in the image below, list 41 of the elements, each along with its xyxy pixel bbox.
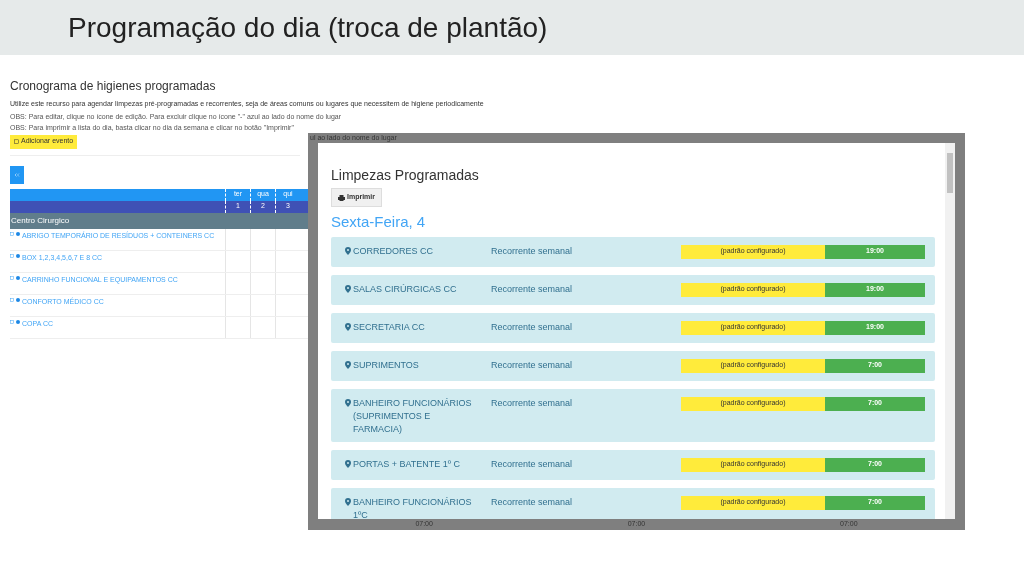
scrollbar[interactable] [945,143,955,519]
recurrence-label: Recorrente semanal [491,244,574,258]
place-name: BANHEIRO FUNCIONÁRIOS 1ºC [353,495,473,519]
map-pin-icon [345,284,351,293]
edit-icon[interactable] [10,231,14,236]
edit-icon[interactable] [10,275,14,280]
place-name: SALAS CIRÚRGICAS CC [353,282,458,296]
dot-icon[interactable] [16,253,20,258]
place-name: SUPRIMENTOS [353,358,420,372]
calendar-icon [14,139,19,144]
recurrence-label: Recorrente semanal [491,495,574,509]
place-name: CORREDORES CC [353,244,434,258]
day-heading[interactable]: Sexta-Feira, 4 [331,211,935,234]
chevrons-left-icon [14,172,20,177]
map-pin-icon [345,398,351,407]
printer-icon [338,194,345,201]
edit-icon[interactable] [10,253,14,258]
recurrence-label: Recorrente semanal [491,457,574,471]
back-button[interactable] [10,165,24,184]
place-name: SECRETARIA CC [353,320,426,334]
recurrence-label: Recorrente semanal [491,320,574,334]
slide-title: Programação do dia (troca de plantão) [68,10,548,45]
place-name: BANHEIRO FUNCIONÁRIOS (SUPRIMENTOS E FARMACIA) [353,396,473,436]
dot-icon[interactable] [16,319,20,324]
map-pin-icon [345,322,351,331]
recurrence-label: Recorrente semanal [491,396,574,410]
recurrence-label: Recorrente semanal [491,282,574,296]
edit-icon[interactable] [10,319,14,324]
map-pin-icon [345,497,351,506]
map-pin-icon [345,360,351,369]
modal-title: Limpezas Programadas [331,166,480,185]
dot-icon[interactable] [16,231,20,236]
map-pin-icon [345,459,351,468]
page-heading: Cronograma de higienes programadas [10,78,217,95]
map-pin-icon [345,246,351,255]
recurrence-label: Recorrente semanal [491,358,574,372]
place-name: PORTAS + BATENTE 1º C [353,457,462,471]
group-label: Centro Cirurgico [11,214,70,227]
edit-icon[interactable] [10,297,14,302]
dot-icon[interactable] [16,275,20,280]
dot-icon[interactable] [16,297,20,302]
